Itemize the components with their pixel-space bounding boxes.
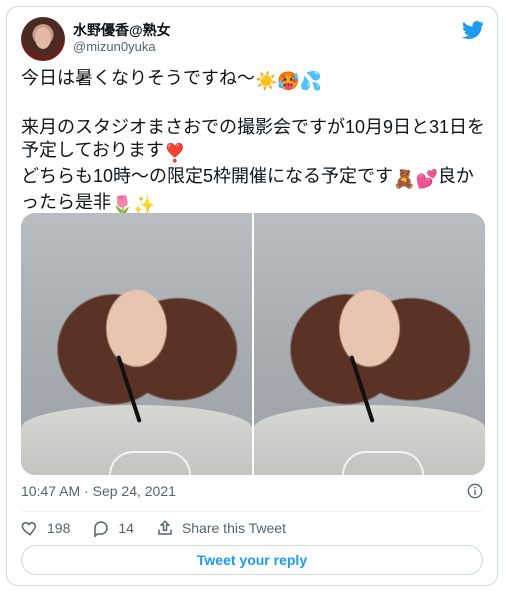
actions-bar: 198 14 Share this Tweet [21,519,286,537]
hot-face-icon: 🥵 [277,71,300,91]
sun-icon: ☀️ [255,71,278,91]
divider [21,511,483,512]
tweet-line-3: 来月のスタジオまさおでの撮影会ですが10月9日と31日を予定しております [21,117,486,160]
reply-action[interactable]: 14 [92,519,134,537]
author-name[interactable]: 水野優香@熟女 [73,20,171,40]
avatar-face [35,27,51,49]
tweet-line-1: 今日は暑くなりそうですね〜 [21,68,255,88]
photo-right[interactable] [254,213,485,475]
teddy-bear-icon: 🧸 [393,169,416,189]
share-action[interactable]: Share this Tweet [156,519,286,537]
share-icon[interactable] [156,519,174,537]
tweet-your-reply-button[interactable]: Tweet your reply [21,545,483,575]
author-handle[interactable]: @mizun0yuka [73,39,156,54]
meta-separator: · [84,483,93,499]
photo-left[interactable] [21,213,252,475]
media-grid [21,213,485,475]
tweet-card: 水野優香@熟女 @mizun0yuka 今日は暑くなりそうですね〜☀️🥵💦 来月… [6,6,498,586]
tweet-text: 今日は暑くなりそうですね〜☀️🥵💦 来月のスタジオまさおでの撮影会ですが10月9… [21,67,491,217]
cup [108,451,192,475]
like-count: 198 [47,520,71,536]
reply-count: 14 [118,520,134,536]
info-icon[interactable] [467,483,483,499]
share-label: Share this Tweet [181,520,286,536]
avatar[interactable] [21,17,65,61]
twitter-bird-icon[interactable] [461,19,485,41]
reply-icon[interactable] [92,519,110,537]
heart-icon[interactable] [21,519,39,537]
tweet-date[interactable]: Sep 24, 2021 [93,483,176,499]
two-hearts-icon: 💕 [415,169,438,189]
like-action[interactable]: 198 [21,519,70,537]
heart-exclamation-icon: ❣️ [163,143,187,163]
tweet-meta[interactable]: 10:47 AM · Sep 24, 2021 [21,483,176,499]
cup [341,451,425,475]
tweet-time[interactable]: 10:47 AM [21,483,80,499]
sweat-droplets-icon: 💦 [299,71,323,91]
tweet-line-4: どちらも10時〜の限定5枠開催になる予定です [21,166,394,186]
